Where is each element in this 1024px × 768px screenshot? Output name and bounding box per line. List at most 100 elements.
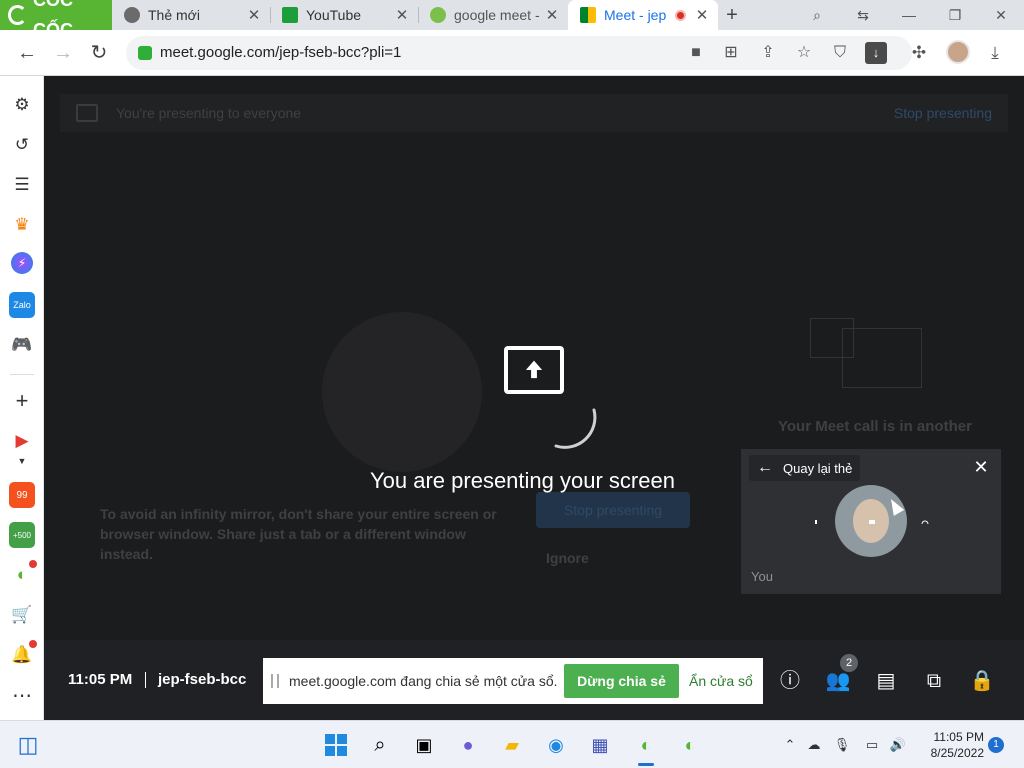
back-arrow-icon[interactable]: ← [12, 38, 42, 68]
add-icon[interactable]: + [9, 388, 35, 414]
forward-arrow-icon[interactable]: → [48, 38, 78, 68]
coccoc-search-favicon-icon [430, 7, 446, 23]
tab-title: YouTube [306, 7, 362, 23]
microphone-icon[interactable]: 🎙 [832, 733, 852, 757]
hide-window-button[interactable]: Ẩn cửa sổ [689, 658, 753, 704]
store-icon[interactable]: ▦ [586, 731, 614, 759]
reading-list-icon[interactable]: ☰ [9, 172, 35, 198]
share-icon[interactable]: ⇪ [753, 36, 783, 70]
coccoc-sidebar: ⚙ ↺ ☰ ♛ ⚡ Zalo 🎮 + ▶ ▼ 99 +500 ◐ 🛒 🔔 ⋯ [0, 76, 44, 720]
tab-title: Thẻ mới [148, 7, 200, 23]
shopee-icon[interactable]: 99 [9, 482, 35, 508]
browser-toolbar: ← → ↻ meet.google.com/jep-fseb-bcc?pli=1… [0, 30, 1024, 76]
shopping-cart-icon[interactable]: 🛒 [9, 602, 35, 628]
reload-icon[interactable]: ↻ [84, 38, 114, 68]
close-pip-icon[interactable]: ✕ [969, 455, 993, 479]
self-name-label: You [751, 569, 773, 584]
messenger-icon[interactable]: ⚡ [11, 252, 33, 274]
ignore-button[interactable]: Ignore [546, 550, 589, 566]
recording-indicator-icon [675, 9, 686, 21]
pip-window[interactable]: ← Quay lại thẻ ✕ You [741, 449, 1001, 594]
tab-title: Meet - jep [604, 7, 667, 23]
stop-presenting-button[interactable]: Stop presenting [536, 492, 690, 528]
presenting-banner: You're presenting to everyone Stop prese… [60, 94, 1008, 132]
widgets-icon[interactable]: ◫ [14, 731, 42, 759]
presenting-banner-text: You're presenting to everyone [116, 105, 302, 121]
tab-meet[interactable]: Meet - jep ✕ [568, 0, 718, 30]
zalo-icon[interactable]: Zalo [9, 292, 35, 318]
history-icon[interactable]: ↺ [9, 132, 35, 158]
minimize-window-icon[interactable]: — [886, 0, 932, 30]
notification-count-badge[interactable]: 1 [988, 737, 1004, 753]
meeting-info-icon[interactable]: ⓘ [775, 666, 805, 696]
extensions-icon[interactable]: ✣ [904, 38, 934, 68]
bookmark-star-icon[interactable]: ☆ [789, 36, 819, 70]
url-text[interactable]: meet.google.com/jep-fseb-bcc?pli=1 [160, 36, 401, 70]
stop-sharing-button[interactable]: Dừng chia sẻ [564, 664, 679, 698]
edge-browser-icon[interactable]: ◉ [542, 731, 570, 759]
start-menu-icon[interactable] [322, 731, 350, 759]
more-icon[interactable]: ⋯ [9, 682, 35, 708]
teams-chat-icon[interactable]: ● [454, 731, 482, 759]
notification-bell-icon[interactable]: 🔔 [9, 640, 37, 668]
close-tab-icon[interactable]: ✕ [542, 6, 562, 24]
tab-google-meet-search[interactable]: google meet - ✕ [418, 0, 568, 30]
coccoc-menu-button[interactable]: CỐC CỐC [0, 0, 112, 40]
sidebar-divider [10, 374, 34, 375]
youtube-favicon-icon [282, 7, 298, 23]
file-explorer-icon[interactable]: ▰ [498, 731, 526, 759]
coccoc-taskbar-icon[interactable]: ◐ [676, 731, 704, 759]
settings-gear-icon[interactable]: ⚙ [9, 92, 35, 118]
clock-date: 8/25/2022 [930, 746, 984, 760]
meeting-code: jep-fseb-bcc [158, 671, 247, 688]
new-tab-button[interactable]: + [722, 0, 742, 30]
video-download-icon[interactable]: ↓ [865, 42, 887, 64]
meet-control-bar: 11:05 PM jep-fseb-bcc meet.google.com đa… [44, 640, 1024, 720]
game-controller-icon[interactable]: 🎮 [9, 332, 35, 358]
tab-youtube[interactable]: YouTube ✕ [270, 0, 418, 30]
camera-icon[interactable]: ■ [681, 36, 711, 70]
tab-new-tab[interactable]: Thẻ mới ✕ [112, 0, 270, 30]
search-icon[interactable]: ⌕ [366, 731, 394, 759]
banner-stop-presenting-button[interactable]: Stop presenting [894, 94, 992, 132]
back-to-tab-label: Quay lại thẻ [783, 460, 853, 476]
drag-handle-icon[interactable] [271, 674, 279, 688]
switch-tab-icon[interactable]: ⇆ [840, 0, 886, 30]
meet-favicon-icon [580, 7, 596, 23]
system-clock[interactable]: 11:05 PM 8/25/2022 [904, 729, 984, 761]
search-tabs-icon[interactable]: ⌕ [794, 0, 840, 30]
host-controls-lock-icon[interactable]: 🔒 [967, 666, 997, 696]
onedrive-icon[interactable]: ☁ [804, 733, 824, 757]
coupon-icon[interactable]: +500 [9, 522, 35, 548]
crown-icon[interactable]: ♛ [9, 212, 35, 238]
close-tab-icon[interactable]: ✕ [244, 6, 264, 24]
badge-dot [29, 640, 37, 648]
chevron-down-icon[interactable]: ▼ [9, 448, 35, 474]
coccoc-taskbar-icon[interactable]: ◐ [632, 731, 660, 759]
downloads-icon[interactable]: ⤓ [980, 38, 1010, 68]
adblock-shield-icon[interactable]: ⛉ [825, 36, 855, 70]
network-icon[interactable]: ▭ [862, 733, 882, 757]
active-app-indicator [638, 763, 654, 766]
activities-icon[interactable]: ⧉ [919, 666, 949, 696]
task-view-icon[interactable]: ▣ [410, 731, 438, 759]
arrow-left-icon: ← [757, 459, 773, 476]
close-tab-icon[interactable]: ✕ [692, 6, 712, 24]
address-bar[interactable]: meet.google.com/jep-fseb-bcc?pli=1 ■ ⊞ ⇪… [126, 36, 912, 70]
screen-share-notification: meet.google.com đang chia sẻ một cửa sổ.… [263, 658, 763, 704]
participant-tile-avatar [322, 312, 482, 472]
close-tab-icon[interactable]: ✕ [392, 6, 412, 24]
profile-avatar[interactable] [946, 40, 970, 64]
chat-icon[interactable]: ▤ [871, 666, 901, 696]
presenting-title: You are presenting your screen [370, 468, 675, 493]
coccoc-search-icon[interactable]: ◐ [9, 560, 37, 588]
participant-count-badge: 2 [840, 654, 858, 672]
translate-icon[interactable]: ⊞ [716, 36, 746, 70]
tab-strip: CỐC CỐC Thẻ mới ✕ YouTube ✕ google meet … [0, 0, 1024, 40]
chevron-up-icon[interactable]: ⌃ [780, 733, 800, 757]
windows-taskbar: ◫ ⌕ ▣ ● ▰ ◉ ▦ ◐ ◐ ⌃ ☁ 🎙 ▭ 🔊 11:05 PM 8/2… [0, 720, 1024, 768]
secure-lock-icon[interactable] [138, 46, 152, 60]
restore-window-icon[interactable]: ❐ [932, 0, 978, 30]
back-to-tab-button[interactable]: ← Quay lại thẻ [749, 455, 861, 481]
close-window-icon[interactable]: ✕ [978, 0, 1024, 30]
